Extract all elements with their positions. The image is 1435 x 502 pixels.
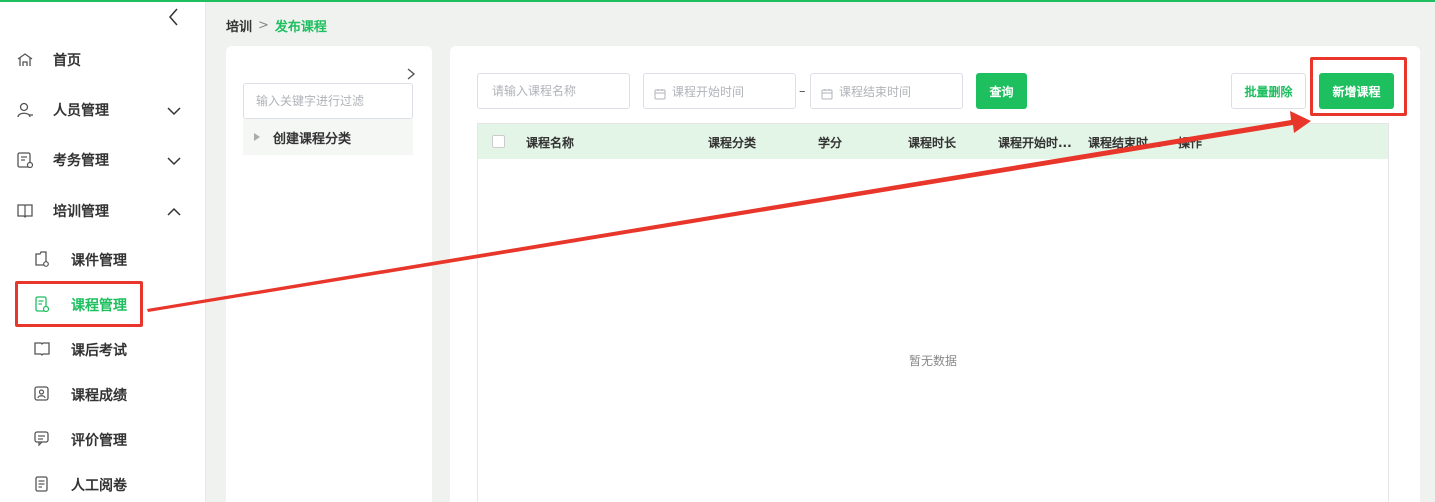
breadcrumb-training-link[interactable]: 培训 [226, 16, 252, 35]
category-panel: 创建课程分类 [226, 46, 432, 502]
column-header-end-time: 课程结束时... [1088, 136, 1162, 150]
sidebar-item-home[interactable]: 首页 [0, 40, 206, 80]
batch-delete-button[interactable]: 批量删除 [1231, 73, 1306, 109]
date-range-separator: – [799, 84, 806, 99]
sidebar-subitem-label: 课程管理 [71, 298, 127, 314]
category-filter-input[interactable] [243, 83, 413, 119]
user-icon [16, 101, 34, 119]
sidebar-item-label: 人员管理 [53, 103, 109, 119]
course-end-date-picker[interactable]: 课程结束时间 [810, 73, 963, 109]
sidebar-item-label: 培训管理 [53, 204, 109, 220]
course-list-panel: 课程开始时间 – 课程结束时间 查询 批量删除 新增课程 课程名称 课程分类 学… [450, 46, 1420, 502]
select-all-checkbox[interactable] [492, 135, 505, 148]
top-accent-line [0, 0, 1435, 2]
breadcrumb-separator: > [258, 18, 269, 33]
sidebar-item-label: 首页 [53, 53, 81, 69]
sidebar-subitem-label: 课程成绩 [71, 388, 127, 404]
column-header-course-name: 课程名称 [526, 136, 575, 150]
category-node-label: 创建课程分类 [273, 131, 352, 147]
home-icon [16, 51, 34, 69]
table-empty-text: 暂无数据 [908, 354, 957, 368]
caret-right-icon[interactable] [254, 133, 260, 141]
sidebar-subitem-label: 人工阅卷 [71, 478, 127, 494]
grading-doc-icon [33, 475, 51, 493]
comment-icon [33, 430, 51, 448]
breadcrumb: 培训 > 发布课程 [226, 16, 327, 35]
sidebar: 首页 人员管理 考务管理 培训管理 课件管理 课程管理 课后考试 课程成绩 评价… [0, 2, 206, 502]
collapse-sidebar-icon[interactable] [164, 6, 184, 28]
sidebar-subitem-course-scores[interactable]: 课程成绩 [0, 374, 206, 414]
sidebar-subitem-course-management[interactable]: 课程管理 [0, 284, 206, 324]
sidebar-subitem-manual-grading[interactable]: 人工阅卷 [0, 464, 206, 502]
calendar-icon [821, 85, 833, 100]
chevron-up-icon [166, 204, 182, 218]
course-start-date-picker[interactable]: 课程开始时间 [643, 73, 796, 109]
column-header-category: 课程分类 [708, 136, 757, 150]
sidebar-item-personnel[interactable]: 人员管理 [0, 90, 206, 130]
course-table: 课程名称 课程分类 学分 课程时长 课程开始时... 课程结束时... 操作 暂… [477, 123, 1389, 502]
column-header-actions: 操作 [1178, 136, 1203, 150]
course-name-input[interactable] [477, 73, 630, 109]
sidebar-subitem-label: 课后考试 [71, 343, 127, 359]
exam-doc-icon [16, 151, 34, 169]
add-course-button[interactable]: 新增课程 [1319, 73, 1394, 109]
score-icon [33, 385, 51, 403]
sidebar-subitem-courseware[interactable]: 课件管理 [0, 239, 206, 279]
sidebar-subitem-evaluation[interactable]: 评价管理 [0, 419, 206, 459]
book-icon [16, 202, 34, 220]
course-icon [33, 295, 51, 313]
courseware-icon [33, 250, 51, 268]
query-button[interactable]: 查询 [976, 73, 1027, 109]
chevron-down-icon [166, 153, 182, 167]
column-header-start-time: 课程开始时... [998, 136, 1072, 150]
table-header: 课程名称 课程分类 学分 课程时长 课程开始时... 课程结束时... 操作 [478, 124, 1388, 159]
chevron-down-icon [166, 103, 182, 117]
sidebar-item-label: 考务管理 [53, 153, 109, 169]
sidebar-subitem-label: 课件管理 [71, 253, 127, 269]
sidebar-subitem-label: 评价管理 [71, 433, 127, 449]
column-header-duration: 课程时长 [908, 136, 957, 150]
breadcrumb-current-page: 发布课程 [274, 20, 327, 35]
sidebar-item-exam-affairs[interactable]: 考务管理 [0, 140, 206, 180]
start-date-placeholder: 课程开始时间 [672, 84, 745, 99]
test-book-icon [33, 340, 51, 358]
chevron-right-icon[interactable] [404, 66, 418, 82]
category-tree-node[interactable]: 创建课程分类 [243, 119, 413, 155]
sidebar-subitem-post-course-exam[interactable]: 课后考试 [0, 329, 206, 369]
sidebar-item-training[interactable]: 培训管理 [0, 191, 206, 231]
column-header-credits: 学分 [818, 136, 843, 150]
end-date-placeholder: 课程结束时间 [839, 84, 912, 99]
calendar-icon [654, 85, 666, 100]
